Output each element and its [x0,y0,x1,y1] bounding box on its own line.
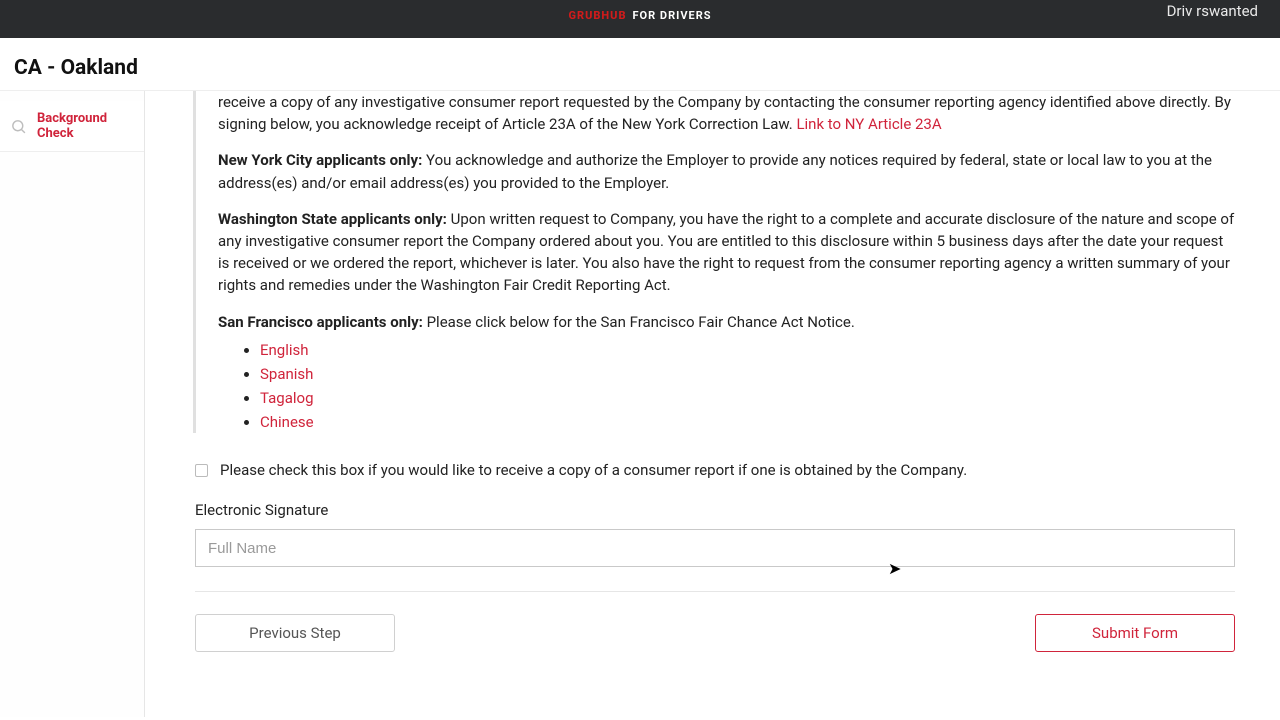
list-item: Chinese [260,411,1235,433]
top-right-text: Driv rswanted [1167,2,1258,20]
brand-logo: GRUBHUB FOR DRIVERS [568,9,711,22]
lang-link-english[interactable]: English [260,341,309,359]
list-item: Spanish [260,363,1235,385]
ny-trail-text: receive a copy of any investigative cons… [218,93,1231,133]
main-content: receive a copy of any investigative cons… [145,91,1280,717]
ny-article-link[interactable]: Link to NY Article 23A [796,115,941,133]
list-item: English [260,339,1235,361]
sidebar: Background Check [0,91,145,717]
list-item: Tagalog [260,387,1235,409]
page-title: CA - Oakland [14,56,1266,80]
ny-paragraph: receive a copy of any investigative cons… [218,91,1235,135]
lang-link-chinese[interactable]: Chinese [260,413,314,431]
previous-step-button[interactable]: Previous Step [195,614,395,652]
wa-bold: Washington State applicants only: [218,210,447,228]
nyc-paragraph: New York City applicants only: You ackno… [218,149,1235,193]
submit-form-button[interactable]: Submit Form [1035,614,1235,652]
top-bar: GRUBHUB FOR DRIVERS Driv rswanted [0,0,1280,38]
disclosures-block: receive a copy of any investigative cons… [193,91,1235,433]
consent-checkbox[interactable] [195,464,208,477]
wa-paragraph: Washington State applicants only: Upon w… [218,208,1235,297]
signature-input[interactable] [195,529,1235,567]
sf-text: Please click below for the San Francisco… [423,313,855,331]
lang-link-tagalog[interactable]: Tagalog [260,389,314,407]
sf-bold: San Francisco applicants only: [218,313,423,331]
button-row: Previous Step Submit Form [195,614,1235,652]
sidebar-item-label: Background Check [37,111,134,141]
sf-paragraph: San Francisco applicants only: Please cl… [218,311,1235,333]
consent-row: Please check this box if you would like … [195,461,1235,479]
divider [195,591,1235,592]
lang-link-spanish[interactable]: Spanish [260,365,313,383]
brand-red-text: GRUBHUB [568,9,626,22]
subheader: CA - Oakland [0,38,1280,91]
consent-label: Please check this box if you would like … [220,461,967,479]
language-list: English Spanish Tagalog Chinese [218,339,1235,434]
signature-label: Electronic Signature [195,501,1235,519]
nyc-bold: New York City applicants only: [218,151,422,169]
sidebar-item-background-check[interactable]: Background Check [0,101,144,152]
search-icon [10,118,27,135]
brand-white-text: FOR DRIVERS [633,9,712,22]
